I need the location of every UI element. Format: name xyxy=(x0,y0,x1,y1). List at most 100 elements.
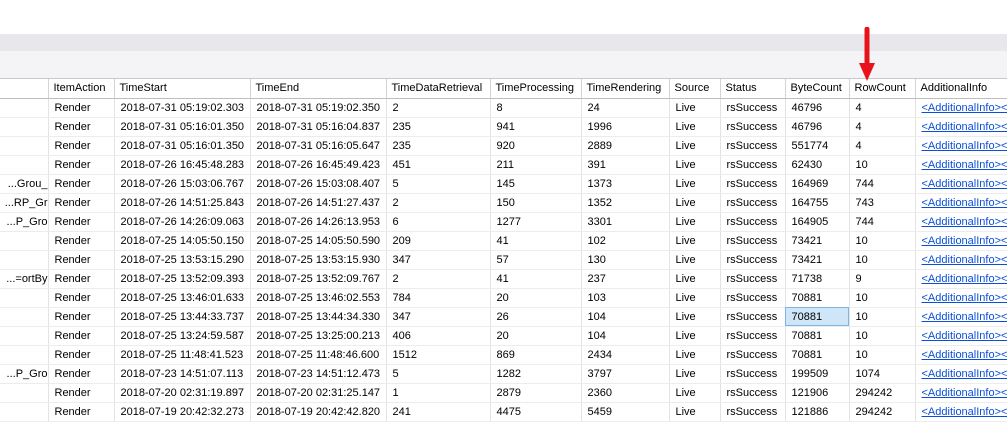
cell-report-path[interactable] xyxy=(0,307,49,327)
cell-report-path[interactable] xyxy=(0,402,49,422)
cell-status[interactable]: rsSuccess xyxy=(720,117,786,137)
additional-info-link[interactable]: <AdditionalInfo><P xyxy=(922,406,1007,418)
cell-time-start[interactable]: 2018-07-26 16:45:48.283 xyxy=(114,155,251,175)
cell-row-count[interactable]: 10 xyxy=(849,288,916,308)
cell-time-end[interactable]: 2018-07-26 14:51:27.437 xyxy=(250,193,387,213)
cell-time-processing[interactable]: 41 xyxy=(490,231,582,251)
additional-info-link[interactable]: <AdditionalInfo><P xyxy=(922,387,1007,399)
additional-info-link[interactable]: <AdditionalInfo><P xyxy=(922,159,1007,171)
cell-additional-info[interactable]: <AdditionalInfo><P xyxy=(915,231,1007,251)
cell-time-processing[interactable]: 145 xyxy=(490,174,582,194)
cell-row-count[interactable]: 10 xyxy=(849,231,916,251)
cell-time-rendering[interactable]: 103 xyxy=(581,288,670,308)
column-header-time-processing[interactable]: TimeProcessing xyxy=(490,79,582,99)
column-header-byte-count[interactable]: ByteCount xyxy=(785,79,850,99)
cell-time-end[interactable]: 2018-07-25 13:53:15.930 xyxy=(250,250,387,270)
cell-additional-info[interactable]: <AdditionalInfo><P xyxy=(915,212,1007,232)
cell-item-action[interactable]: Render xyxy=(48,250,115,270)
cell-report-path[interactable] xyxy=(0,155,49,175)
table-row[interactable]: Render 2018-07-25 13:53:15.290 2018-07-25 … xyxy=(0,250,1007,270)
cell-time-end[interactable]: 2018-07-19 20:42:42.820 xyxy=(250,402,387,422)
cell-time-start[interactable]: 2018-07-25 14:05:50.150 xyxy=(114,231,251,251)
cell-additional-info[interactable]: <AdditionalInfo><P xyxy=(915,307,1007,327)
cell-source[interactable]: Live xyxy=(669,307,721,327)
cell-time-data-retrieval[interactable]: 6 xyxy=(386,212,491,232)
table-row[interactable]: RP_Gr... Render 2018-07-26 14:51:25.843 201… xyxy=(0,193,1007,213)
cell-additional-info[interactable]: <AdditionalInfo><P xyxy=(915,288,1007,308)
additional-info-link[interactable]: <AdditionalInfo><P xyxy=(922,121,1007,133)
cell-row-count[interactable]: 743 xyxy=(849,193,916,213)
cell-time-end[interactable]: 2018-07-26 14:26:13.953 xyxy=(250,212,387,232)
table-row[interactable]: Render 2018-07-25 13:24:59.587 2018-07-25 … xyxy=(0,326,1007,346)
table-row[interactable]: P_Gro... Render 2018-07-26 14:26:09.063 201… xyxy=(0,212,1007,232)
cell-time-start[interactable]: 2018-07-25 13:53:15.290 xyxy=(114,250,251,270)
additional-info-link[interactable]: <AdditionalInfo><P xyxy=(922,140,1007,152)
cell-time-data-retrieval[interactable]: 451 xyxy=(386,155,491,175)
cell-time-end[interactable]: 2018-07-31 05:19:02.350 xyxy=(250,98,387,118)
table-row[interactable]: Render 2018-07-19 20:42:32.273 2018-07-19 … xyxy=(0,402,1007,422)
cell-time-data-retrieval[interactable]: 235 xyxy=(386,117,491,137)
cell-report-path[interactable] xyxy=(0,117,49,137)
additional-info-link[interactable]: <AdditionalInfo><P xyxy=(922,292,1007,304)
cell-time-data-retrieval[interactable]: 2 xyxy=(386,269,491,289)
cell-report-path[interactable]: ortBy=... xyxy=(0,269,49,289)
cell-row-count[interactable]: 9 xyxy=(849,269,916,289)
cell-source[interactable]: Live xyxy=(669,364,721,384)
cell-source[interactable]: Live xyxy=(669,117,721,137)
cell-report-path[interactable] xyxy=(0,383,49,403)
cell-status[interactable]: rsSuccess xyxy=(720,326,786,346)
cell-source[interactable]: Live xyxy=(669,288,721,308)
column-header-time-rendering[interactable]: TimeRendering xyxy=(581,79,670,99)
cell-status[interactable]: rsSuccess xyxy=(720,383,786,403)
table-row[interactable]: P_Gro... Render 2018-07-23 14:51:07.113 201… xyxy=(0,364,1007,384)
cell-time-data-retrieval[interactable]: 2 xyxy=(386,193,491,213)
cell-source[interactable]: Live xyxy=(669,402,721,422)
cell-report-path[interactable]: P_Gro... xyxy=(0,212,49,232)
cell-byte-count[interactable]: 121906 xyxy=(785,383,850,403)
cell-status[interactable]: rsSuccess xyxy=(720,269,786,289)
cell-time-data-retrieval[interactable]: 347 xyxy=(386,250,491,270)
cell-row-count[interactable]: 294242 xyxy=(849,402,916,422)
cell-source[interactable]: Live xyxy=(669,155,721,175)
cell-report-path[interactable] xyxy=(0,136,49,156)
cell-time-rendering[interactable]: 130 xyxy=(581,250,670,270)
cell-time-end[interactable]: 2018-07-25 13:25:00.213 xyxy=(250,326,387,346)
cell-source[interactable]: Live xyxy=(669,193,721,213)
additional-info-link[interactable]: <AdditionalInfo><P xyxy=(922,330,1007,342)
column-header-report-path[interactable] xyxy=(0,79,49,99)
cell-time-processing[interactable]: 211 xyxy=(490,155,582,175)
cell-time-rendering[interactable]: 1373 xyxy=(581,174,670,194)
cell-report-path[interactable]: P_Gro... xyxy=(0,364,49,384)
cell-source[interactable]: Live xyxy=(669,174,721,194)
cell-time-processing[interactable]: 1282 xyxy=(490,364,582,384)
cell-status[interactable]: rsSuccess xyxy=(720,250,786,270)
cell-report-path[interactable]: _Grou... xyxy=(0,174,49,194)
cell-time-data-retrieval[interactable]: 209 xyxy=(386,231,491,251)
cell-status[interactable]: rsSuccess xyxy=(720,345,786,365)
cell-status[interactable]: rsSuccess xyxy=(720,212,786,232)
cell-additional-info[interactable]: <AdditionalInfo><P xyxy=(915,383,1007,403)
cell-byte-count[interactable]: 73421 xyxy=(785,231,850,251)
cell-time-data-retrieval[interactable]: 5 xyxy=(386,174,491,194)
cell-time-processing[interactable]: 20 xyxy=(490,326,582,346)
cell-item-action[interactable]: Render xyxy=(48,288,115,308)
cell-time-processing[interactable]: 150 xyxy=(490,193,582,213)
table-row[interactable]: Render 2018-07-25 14:05:50.150 2018-07-25 … xyxy=(0,231,1007,251)
cell-source[interactable]: Live xyxy=(669,269,721,289)
cell-time-end[interactable]: 2018-07-31 05:16:04.837 xyxy=(250,117,387,137)
cell-status[interactable]: rsSuccess xyxy=(720,174,786,194)
cell-report-path[interactable]: RP_Gr... xyxy=(0,193,49,213)
additional-info-link[interactable]: <AdditionalInfo><P xyxy=(922,273,1007,285)
additional-info-link[interactable]: <AdditionalInfo><P xyxy=(922,197,1007,209)
cell-item-action[interactable]: Render xyxy=(48,269,115,289)
cell-source[interactable]: Live xyxy=(669,250,721,270)
cell-time-rendering[interactable]: 2360 xyxy=(581,383,670,403)
cell-item-action[interactable]: Render xyxy=(48,326,115,346)
cell-item-action[interactable]: Render xyxy=(48,345,115,365)
cell-time-rendering[interactable]: 5459 xyxy=(581,402,670,422)
cell-time-processing[interactable]: 57 xyxy=(490,250,582,270)
cell-time-rendering[interactable]: 24 xyxy=(581,98,670,118)
column-header-source[interactable]: Source xyxy=(669,79,721,99)
cell-time-data-retrieval[interactable]: 241 xyxy=(386,402,491,422)
cell-item-action[interactable]: Render xyxy=(48,193,115,213)
